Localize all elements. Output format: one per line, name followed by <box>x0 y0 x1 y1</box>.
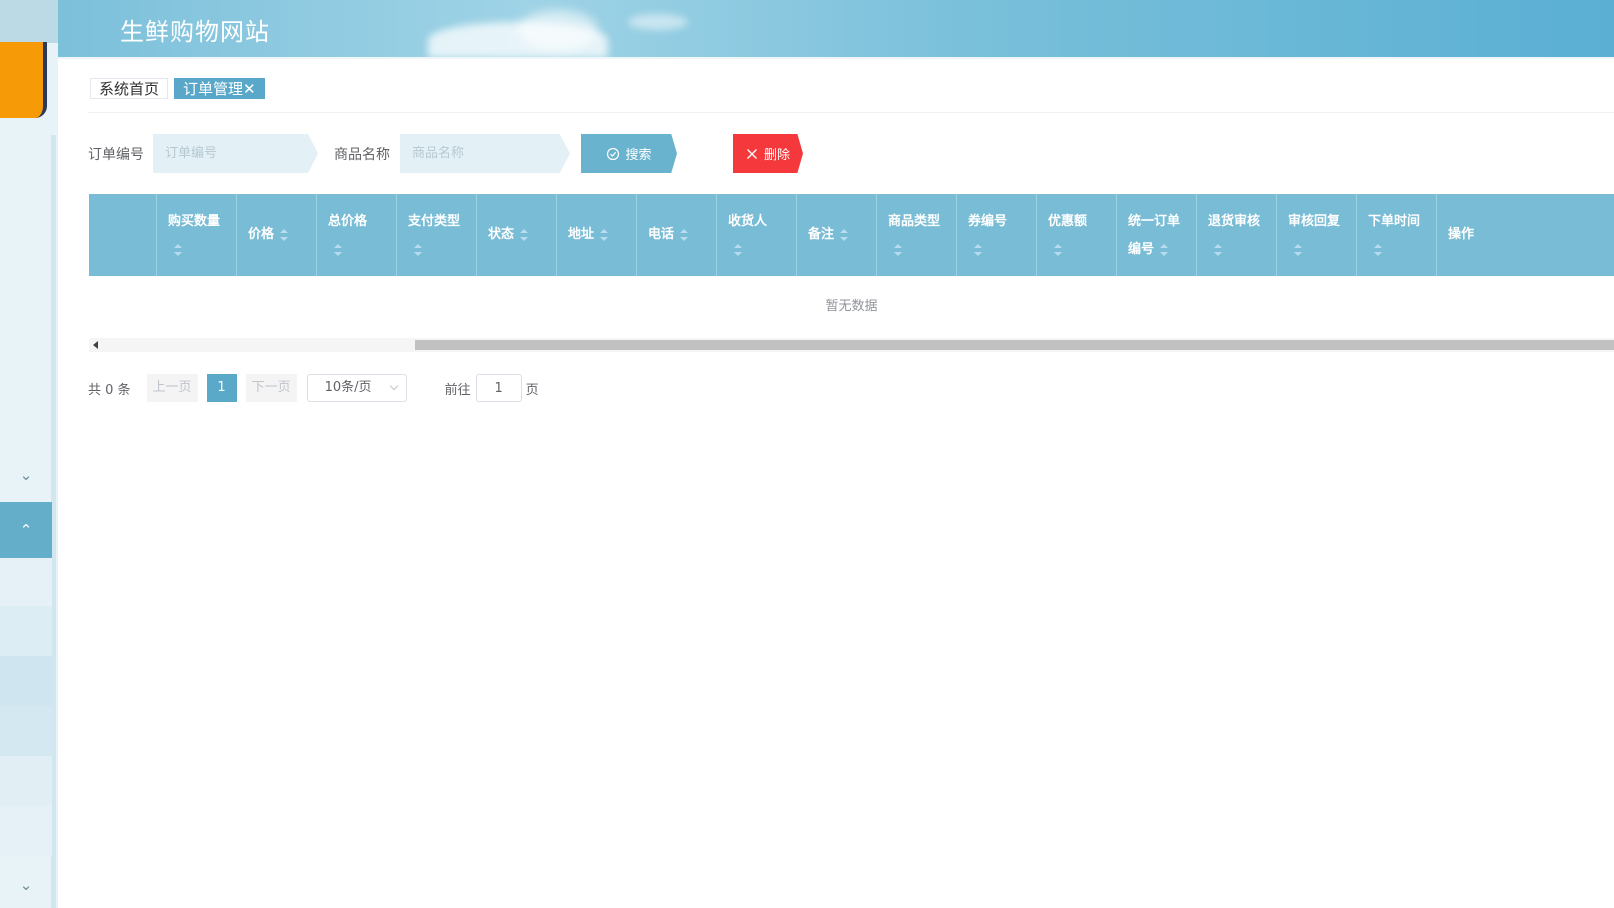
sort-icon[interactable] <box>280 229 289 241</box>
tab-home[interactable]: 系统首页 <box>90 78 169 99</box>
tab-label: 订单管理 <box>183 80 244 98</box>
column-header[interactable]: 支付类型 <box>397 194 477 276</box>
sidebar-item[interactable] <box>0 656 52 706</box>
chevron-down-icon <box>389 381 398 391</box>
close-icon <box>746 148 757 159</box>
column-header[interactable]: 商品类型 <box>877 194 957 276</box>
column-header[interactable]: 状态 <box>477 194 557 276</box>
cloud-decoration <box>518 10 598 50</box>
goto-label: 前往 <box>444 382 471 398</box>
column-header[interactable]: 总价格 <box>317 194 397 276</box>
sidebar-item[interactable] <box>0 806 52 856</box>
sort-icon[interactable] <box>1374 243 1382 256</box>
sort-icon[interactable] <box>734 243 742 256</box>
column-header[interactable]: 下单时间 <box>1357 194 1437 276</box>
page-suffix: 页 <box>525 382 539 398</box>
page-size-select[interactable]: 10条/页 <box>306 374 407 402</box>
site-title: 生鲜购物网站 <box>120 18 270 46</box>
sort-icon[interactable] <box>1054 243 1062 256</box>
empty-state: 暂无数据 <box>89 276 1614 338</box>
tab-bar: 系统首页 订单管理✕ <box>90 78 265 99</box>
column-header[interactable]: 审核回复 <box>1277 194 1357 276</box>
chevron-down-icon[interactable]: ⌄ <box>0 865 52 905</box>
column-header[interactable]: 地址 <box>557 194 637 276</box>
column-header[interactable]: 价格 <box>237 194 317 276</box>
sort-icon[interactable] <box>974 243 982 256</box>
header-divider <box>58 57 1614 59</box>
order-no-input[interactable] <box>153 134 318 173</box>
sort-icon[interactable] <box>680 229 689 241</box>
orders-table: 购买数量 价格 总价格 支付类型 状态 地址 电话 收货人 备注 商品类型 券编… <box>89 194 1614 352</box>
sidebar: ⌄ ⌃ ⌄ <box>0 0 58 908</box>
tabs-divider <box>88 112 1614 113</box>
horizontal-scrollbar[interactable] <box>89 338 1614 352</box>
cloud-decoration <box>628 14 688 30</box>
delete-button-label: 删除 <box>763 148 790 163</box>
sidebar-top <box>0 0 58 43</box>
column-header: 操作 <box>1448 227 1475 242</box>
column-header[interactable]: 电话 <box>637 194 717 276</box>
next-page-button[interactable]: 下一页 <box>245 374 297 402</box>
column-header[interactable]: 优惠额 <box>1037 194 1117 276</box>
top-header: 生鲜购物网站 <box>58 0 1614 58</box>
sort-icon[interactable] <box>840 229 849 241</box>
sort-icon[interactable] <box>174 243 182 256</box>
sidebar-item[interactable] <box>0 706 52 756</box>
sidebar-item[interactable] <box>0 558 52 606</box>
avatar[interactable] <box>0 42 47 118</box>
sort-icon[interactable] <box>1214 243 1222 256</box>
order-no-label: 订单编号 <box>88 147 144 163</box>
tab-order-management[interactable]: 订单管理✕ <box>174 78 265 99</box>
column-header-checkbox[interactable] <box>89 194 157 276</box>
search-form: 订单编号 商品名称 搜索 删除 <box>88 134 1588 174</box>
page-size-value: 10条/页 <box>324 380 372 395</box>
goto-page-input[interactable] <box>475 374 522 402</box>
page-number-current[interactable]: 1 <box>206 374 237 402</box>
sort-icon[interactable] <box>600 229 609 241</box>
product-name-label: 商品名称 <box>334 147 390 163</box>
search-button[interactable]: 搜索 <box>581 134 677 173</box>
column-header[interactable]: 备注 <box>797 194 877 276</box>
column-header[interactable]: 收货人 <box>717 194 797 276</box>
pagination: 共 0 条 上一页 1 下一页 10条/页 前往 页 <box>88 374 539 402</box>
chevron-down-icon[interactable]: ⌄ <box>0 455 52 495</box>
column-header[interactable]: 统一订单 编号 <box>1117 194 1197 276</box>
column-header[interactable]: 券编号 <box>957 194 1037 276</box>
sort-icon[interactable] <box>334 243 342 256</box>
sort-icon[interactable] <box>414 243 422 256</box>
sidebar-item[interactable] <box>0 756 52 806</box>
chevron-up-icon[interactable]: ⌃ <box>0 502 52 558</box>
check-circle-icon <box>607 147 620 160</box>
delete-button[interactable]: 删除 <box>733 134 803 173</box>
sort-icon[interactable] <box>520 229 529 241</box>
scroll-left-icon[interactable] <box>93 341 98 349</box>
column-header[interactable]: 购买数量 <box>157 194 237 276</box>
prev-page-button[interactable]: 上一页 <box>146 374 198 402</box>
scrollbar-thumb[interactable] <box>415 340 1614 350</box>
sort-icon[interactable] <box>1160 243 1169 256</box>
column-header[interactable]: 退货审核 <box>1197 194 1277 276</box>
sort-icon[interactable] <box>1294 243 1302 256</box>
search-button-label: 搜索 <box>625 148 652 163</box>
table-header: 购买数量 价格 总价格 支付类型 状态 地址 电话 收货人 备注 商品类型 券编… <box>89 194 1614 276</box>
close-icon[interactable]: ✕ <box>243 80 256 98</box>
sidebar-item[interactable] <box>0 606 52 656</box>
product-name-input[interactable] <box>400 134 570 173</box>
sort-icon[interactable] <box>894 243 902 256</box>
total-count: 共 0 条 <box>88 382 131 398</box>
